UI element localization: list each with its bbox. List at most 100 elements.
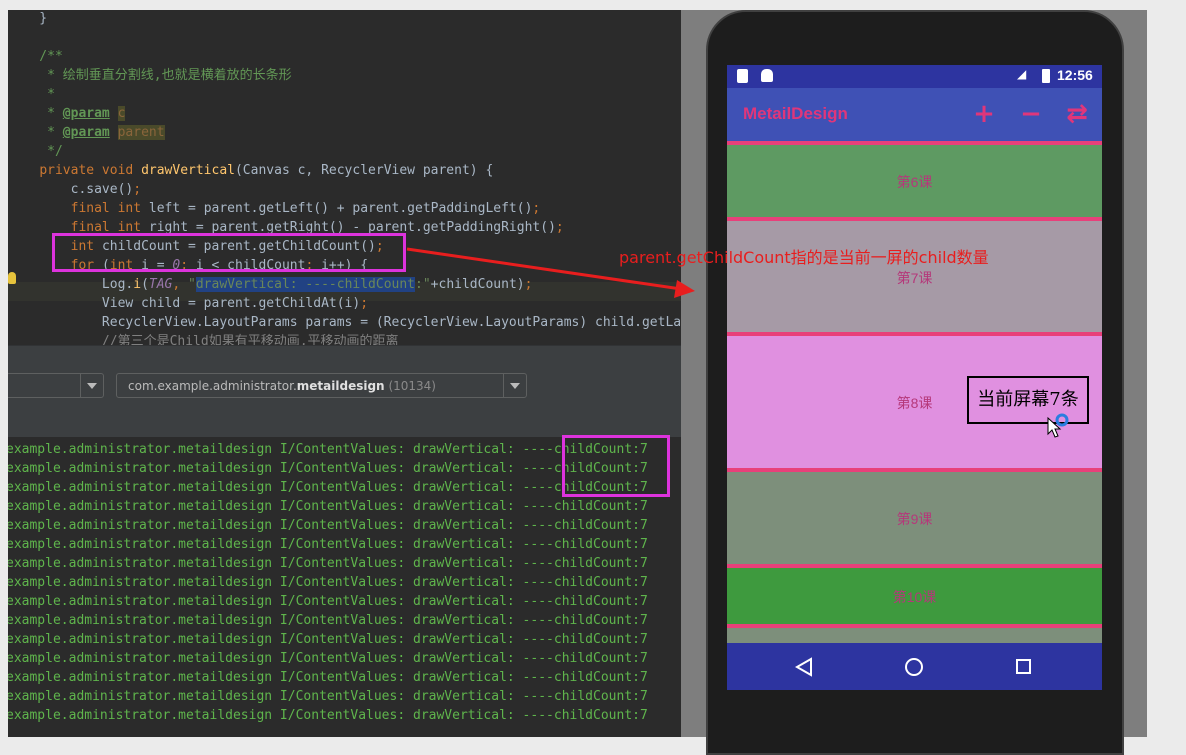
code-token: parent — [117, 125, 165, 140]
log-message: example.administrator.metaildesign I/Con… — [8, 575, 554, 590]
list-item-label: 第7课 — [896, 269, 933, 286]
list-item-label: 第10课 — [892, 589, 937, 605]
log-line[interactable]: example.administrator.metaildesign I/Con… — [8, 535, 648, 554]
code-line[interactable]: * @param c — [8, 104, 126, 123]
log-line[interactable]: example.administrator.metaildesign I/Con… — [8, 554, 648, 573]
remove-icon[interactable]: − — [1017, 100, 1045, 128]
code-line[interactable]: c.save(); — [8, 180, 141, 199]
log-message: example.administrator.metaildesign I/Con… — [8, 480, 554, 495]
code-line[interactable]: */ — [8, 142, 63, 161]
device-select[interactable] — [8, 373, 104, 398]
status-bar: ◢ 12:56 — [727, 65, 1102, 88]
code-token: @param — [62, 106, 110, 121]
log-line[interactable]: example.administrator.metaildesign I/Con… — [8, 573, 648, 592]
chevron-down-icon[interactable] — [503, 374, 526, 397]
code-token: ( — [141, 277, 149, 292]
list-item[interactable] — [727, 628, 1102, 643]
code-line[interactable]: * 绘制垂直分割线,也就是横着放的长条形 — [8, 66, 292, 85]
add-icon[interactable]: + — [970, 100, 998, 128]
log-line[interactable]: example.administrator.metaildesign I/Con… — [8, 459, 648, 478]
list-item[interactable]: 第10课 — [727, 568, 1102, 624]
log-line[interactable]: example.administrator.metaildesign I/Con… — [8, 592, 648, 611]
process-pid: (10134) — [388, 379, 436, 393]
code-token: , — [172, 277, 189, 292]
code-highlight-box — [52, 233, 406, 272]
code-line[interactable]: } — [8, 10, 47, 28]
swap-icon[interactable]: ⇄ — [1063, 100, 1091, 128]
code-token: drawVertical: ----childCount — [195, 277, 416, 292]
log-message: example.administrator.metaildesign I/Con… — [8, 499, 554, 514]
ide-panel: } /** * 绘制垂直分割线,也就是横着放的长条形 * * @param c … — [8, 10, 681, 737]
code-token: (Canvas c, RecyclerView parent) { — [234, 163, 494, 178]
log-child-count: childCount:7 — [553, 499, 648, 514]
code-token: * — [8, 106, 63, 121]
log-child-count: childCount:7 — [553, 708, 648, 723]
process-select[interactable]: com.example.administrator.metaildesign (… — [116, 373, 527, 398]
code-token: private void — [39, 163, 142, 178]
log-message: example.administrator.metaildesign I/Con… — [8, 670, 554, 685]
code-token: ; — [532, 201, 541, 216]
log-child-count: childCount:7 — [553, 613, 648, 628]
recents-icon[interactable] — [1015, 658, 1032, 675]
code-line[interactable]: RecyclerView.LayoutParams params = (Recy… — [8, 313, 681, 332]
log-child-count: childCount:7 — [553, 670, 648, 685]
log-line[interactable]: example.administrator.metaildesign I/Con… — [8, 649, 648, 668]
code-token: ; — [555, 220, 564, 235]
log-line[interactable]: example.administrator.metaildesign I/Con… — [8, 497, 648, 516]
log-line[interactable]: example.administrator.metaildesign I/Con… — [8, 687, 648, 706]
log-child-count: childCount:7 — [553, 537, 648, 552]
code-token: i — [133, 277, 142, 292]
panel-divider[interactable] — [8, 345, 681, 368]
log-message: example.administrator.metaildesign I/Con… — [8, 594, 554, 609]
process-package-name: metaildesign — [296, 379, 385, 393]
code-token: c — [117, 106, 126, 121]
log-line[interactable]: example.administrator.metaildesign I/Con… — [8, 516, 648, 535]
log-line[interactable]: example.administrator.metaildesign I/Con… — [8, 668, 648, 687]
nav-bar — [727, 643, 1102, 690]
code-line[interactable]: * — [8, 85, 55, 104]
code-line[interactable]: View child = parent.getChildAt(i); — [8, 294, 368, 313]
code-token: " — [188, 277, 196, 292]
code-line[interactable]: /** — [8, 47, 63, 66]
log-child-count: childCount:7 — [553, 651, 648, 666]
back-icon[interactable] — [795, 657, 813, 677]
log-message: example.administrator.metaildesign I/Con… — [8, 689, 554, 704]
log-message: example.administrator.metaildesign I/Con… — [8, 632, 554, 647]
list-item[interactable]: 第9课 — [727, 472, 1102, 564]
code-token: * 绘制垂直分割线,也就是横着放的长条形 — [8, 68, 292, 83]
code-token: * — [8, 125, 63, 140]
log-message: example.administrator.metaildesign I/Con… — [8, 442, 554, 457]
log-line[interactable]: example.administrator.metaildesign I/Con… — [8, 630, 648, 649]
code-token: */ — [8, 144, 63, 159]
log-child-count: childCount:7 — [553, 575, 648, 590]
code-token: ; — [133, 182, 142, 197]
code-line[interactable]: * @param parent — [8, 123, 165, 142]
log-line[interactable]: example.administrator.metaildesign I/Con… — [8, 478, 648, 497]
code-line[interactable]: private void drawVertical(Canvas c, Recy… — [8, 161, 493, 180]
logcat-filter-bar — [8, 403, 681, 438]
code-line[interactable]: final int left = parent.getLeft() + pare… — [8, 199, 541, 218]
chevron-down-icon[interactable] — [80, 374, 103, 397]
code-token: * — [8, 87, 55, 102]
list-item[interactable]: 第6课 — [727, 145, 1102, 217]
log-line[interactable]: example.administrator.metaildesign I/Con… — [8, 611, 648, 630]
log-message: example.administrator.metaildesign I/Con… — [8, 708, 554, 723]
sd-card-icon — [737, 69, 748, 83]
log-line[interactable]: example.administrator.metaildesign I/Con… — [8, 706, 648, 725]
code-token: c.save() — [8, 182, 134, 197]
log-line[interactable]: example.administrator.metaildesign I/Con… — [8, 440, 648, 459]
arrow-annotation-label: parent.getChildCount指的是当前一屏的child数量 — [619, 248, 989, 267]
code-token: RecyclerView.LayoutParams params = (Recy… — [8, 315, 681, 330]
code-token: View child = parent.getChildAt(i) — [8, 296, 361, 311]
log-highlight-box — [562, 435, 670, 497]
list-item[interactable]: 第7课 — [727, 221, 1102, 332]
logcat-toolbar: com.example.administrator.metaildesign (… — [8, 367, 681, 403]
code-token: left = parent.getLeft() + parent.getPadd… — [148, 201, 533, 216]
log-message: example.administrator.metaildesign I/Con… — [8, 651, 554, 666]
signal-icon: ◢ — [1017, 67, 1027, 81]
battery-icon — [1042, 69, 1050, 83]
home-icon[interactable] — [904, 657, 924, 677]
